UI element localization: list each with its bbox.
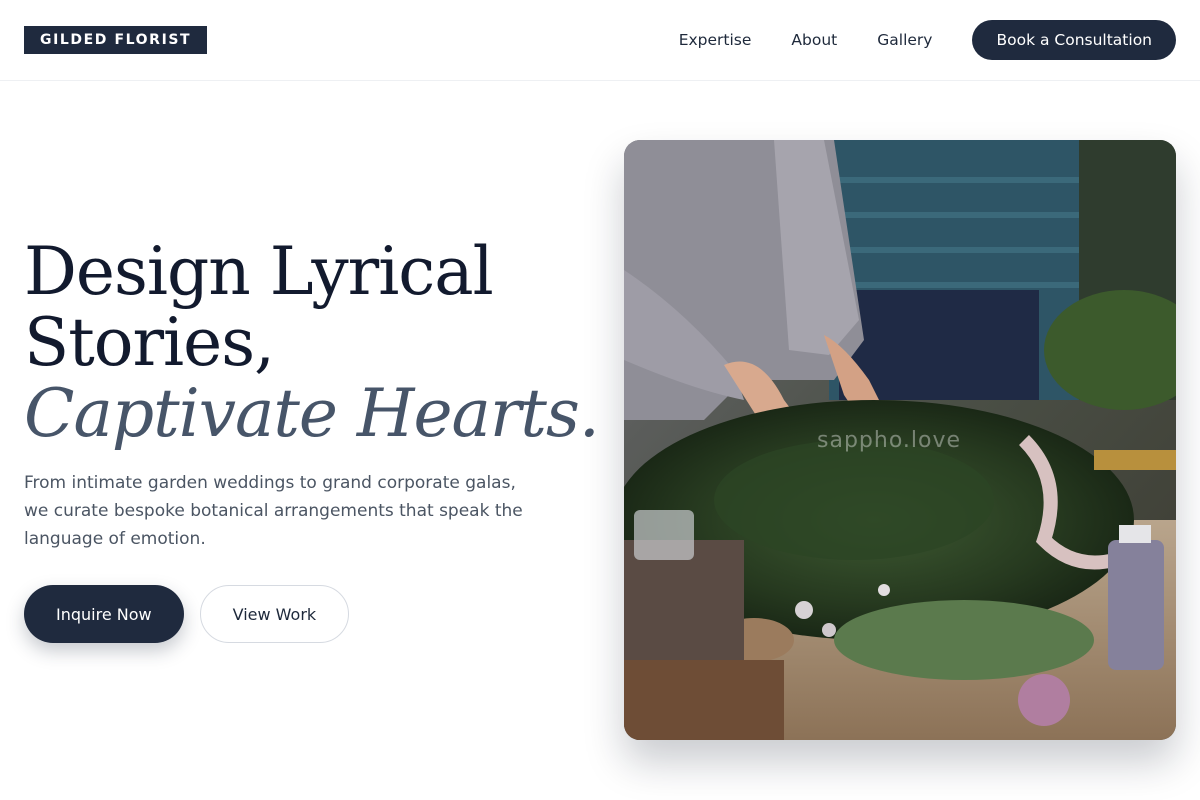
hero-actions: Inquire Now View Work <box>24 585 604 643</box>
nav-link-about[interactable]: About <box>791 31 837 49</box>
hero-description: From intimate garden weddings to grand c… <box>24 473 523 549</box>
hero-headline: Design Lyrical Stories, Captivate Hearts… <box>24 236 604 449</box>
main-nav: Expertise About Gallery Book a Consultat… <box>679 20 1176 60</box>
headline-accent: Captivate Hearts. <box>24 375 600 452</box>
site-header: GILDED FLORIST Expertise About Gallery B… <box>0 0 1200 81</box>
nav-link-gallery[interactable]: Gallery <box>877 31 932 49</box>
headline-line-1: Design Lyrical <box>24 233 494 310</box>
brand-logo[interactable]: GILDED FLORIST <box>24 26 208 54</box>
book-consultation-button[interactable]: Book a Consultation <box>972 20 1176 60</box>
inquire-now-button[interactable]: Inquire Now <box>24 585 184 643</box>
image-watermark: sappho.love <box>817 428 962 453</box>
hero-content: Design Lyrical Stories, Captivate Hearts… <box>24 236 604 643</box>
hero-photo: sappho.love <box>624 140 1176 740</box>
view-work-button[interactable]: View Work <box>199 585 350 643</box>
headline-line-2: Stories, <box>24 304 275 381</box>
nav-link-expertise[interactable]: Expertise <box>679 31 752 49</box>
